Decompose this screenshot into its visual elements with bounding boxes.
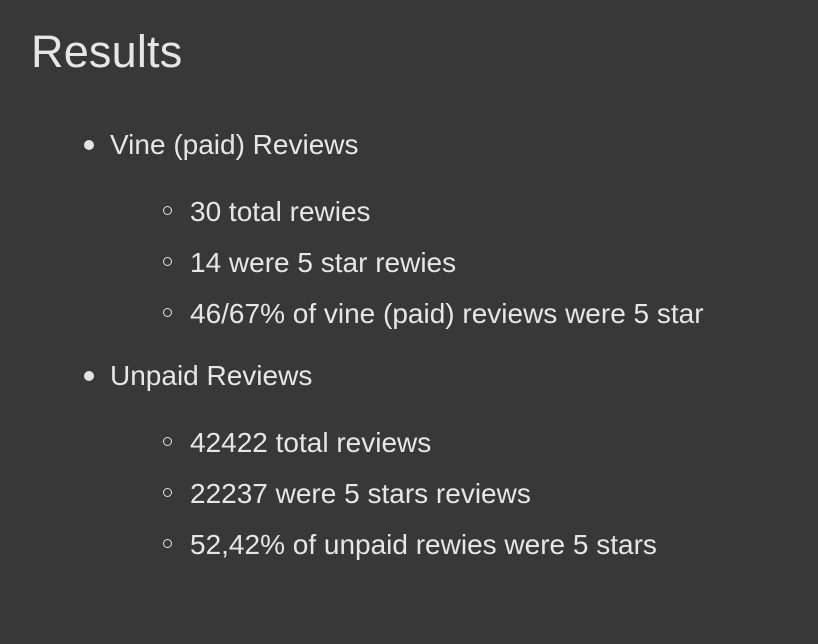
disc-bullet-icon (84, 140, 94, 150)
circle-bullet-icon (163, 308, 172, 317)
list-item: 22237 were 5 stars reviews (163, 468, 818, 519)
stat-text: 22237 were 5 stars reviews (190, 478, 531, 509)
list-item: 46/67% of vine (paid) reviews were 5 sta… (163, 288, 818, 339)
stat-text: 46/67% of vine (paid) reviews were 5 sta… (190, 298, 704, 329)
circle-bullet-icon (163, 437, 172, 446)
stat-text: 14 were 5 star rewies (190, 247, 457, 278)
results-document: Results Vine (paid) Reviews 30 total rew… (0, 0, 818, 644)
section-heading-row: Unpaid Reviews (84, 351, 818, 401)
list-item-unpaid-reviews: Unpaid Reviews 42422 total reviews 22237… (0, 351, 818, 570)
list-item: 42422 total reviews (163, 417, 818, 468)
results-list: Vine (paid) Reviews 30 total rewies 14 w… (0, 120, 818, 570)
list-item-vine-reviews: Vine (paid) Reviews 30 total rewies 14 w… (0, 120, 818, 339)
disc-bullet-icon (84, 371, 94, 381)
circle-bullet-icon (163, 539, 172, 548)
circle-bullet-icon (163, 488, 172, 497)
stat-text: 52,42% of unpaid rewies were 5 stars (190, 529, 657, 560)
list-item: 52,42% of unpaid rewies were 5 stars (163, 519, 818, 570)
section-heading-row: Vine (paid) Reviews (84, 120, 818, 170)
section-label-vine: Vine (paid) Reviews (110, 129, 359, 160)
list-item: 14 were 5 star rewies (163, 237, 818, 288)
stat-text: 42422 total reviews (190, 427, 432, 458)
circle-bullet-icon (163, 206, 172, 215)
list-item: 30 total rewies (163, 186, 818, 237)
circle-bullet-icon (163, 257, 172, 266)
unpaid-stats-list: 42422 total reviews 22237 were 5 stars r… (110, 417, 818, 570)
page-title: Results (31, 26, 183, 77)
stat-text: 30 total rewies (190, 196, 371, 227)
section-label-unpaid: Unpaid Reviews (110, 360, 313, 391)
vine-stats-list: 30 total rewies 14 were 5 star rewies 46… (110, 186, 818, 339)
